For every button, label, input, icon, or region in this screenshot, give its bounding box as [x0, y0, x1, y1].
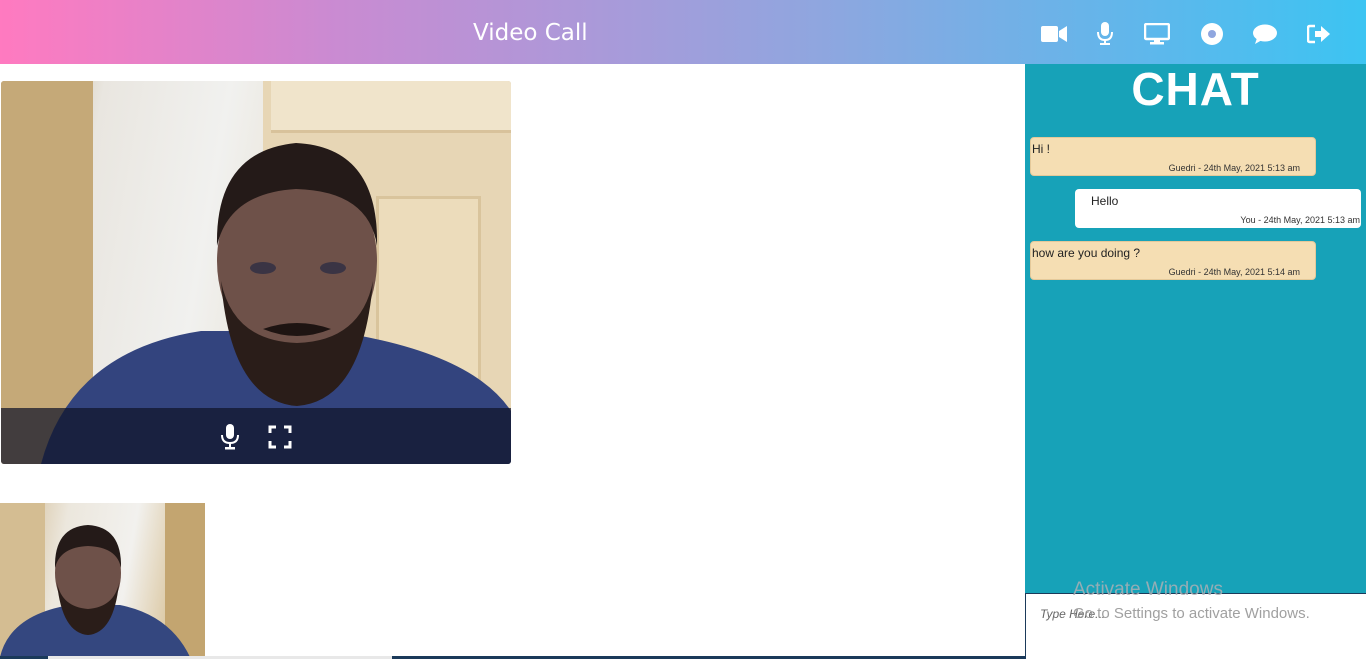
chat-icon [1253, 24, 1277, 44]
top-bar: Video Call [0, 0, 1366, 64]
activation-watermark-title: Activate Windows [1073, 579, 1223, 600]
message-meta: You - 24th May, 2021 5:13 am [1240, 215, 1360, 225]
toggle-mic-button[interactable] [1091, 20, 1119, 48]
message-meta: Guedri - 24th May, 2021 5:14 am [1168, 267, 1300, 277]
chat-title: CHAT [1131, 63, 1260, 115]
microphone-icon [1097, 22, 1113, 45]
chat-input-box [1025, 593, 1366, 659]
chat-message: Hello You - 24th May, 2021 5:13 am [1075, 189, 1361, 228]
message-text: how are you doing ? [1032, 246, 1141, 260]
microphone-icon [221, 424, 239, 450]
toggle-video-button[interactable] [1040, 20, 1068, 48]
chat-panel: CHAT Hi ! Guedri - 24th May, 2021 5:13 a… [1025, 63, 1366, 593]
toggle-chat-button[interactable] [1251, 20, 1279, 48]
self-view-image [0, 503, 205, 657]
message-text: Hello [1091, 194, 1119, 208]
remote-video[interactable] [1, 81, 511, 464]
chat-message: how are you doing ? Guedri - 24th May, 2… [1030, 241, 1316, 280]
screen-share-icon [1144, 23, 1170, 45]
share-screen-button[interactable] [1143, 20, 1171, 48]
leave-icon [1307, 24, 1330, 44]
message-meta: Guedri - 24th May, 2021 5:13 am [1168, 163, 1300, 173]
fullscreen-icon [268, 425, 292, 449]
local-video[interactable] [0, 503, 205, 657]
chat-message: Hi ! Guedri - 24th May, 2021 5:13 am [1030, 137, 1316, 176]
video-controls-bar [1, 408, 511, 464]
page-title: Video Call [473, 20, 588, 46]
video-icon [1041, 26, 1067, 42]
record-icon [1201, 23, 1223, 45]
activation-watermark-subtitle: Go to Settings to activate Windows. [1073, 605, 1310, 622]
message-text: Hi ! [1032, 142, 1050, 156]
remote-mute-button[interactable] [217, 423, 243, 451]
record-button[interactable] [1198, 20, 1226, 48]
fullscreen-button[interactable] [267, 423, 293, 451]
participant-image [41, 143, 511, 464]
leave-call-button[interactable] [1305, 20, 1333, 48]
